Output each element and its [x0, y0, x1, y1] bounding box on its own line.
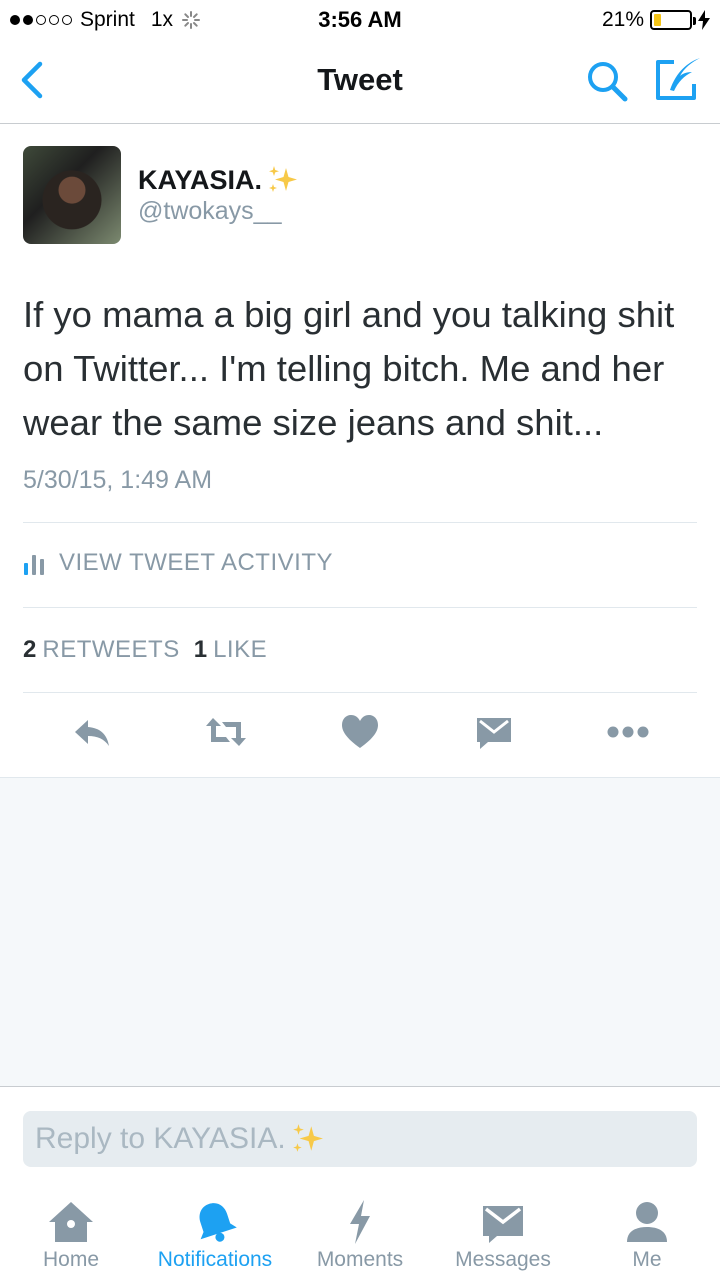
battery-icon [650, 10, 696, 30]
sparkles-emoji-icon [292, 1124, 323, 1152]
tab-messages[interactable]: Messages [428, 1190, 578, 1280]
tab-label: Notifications [157, 1248, 273, 1271]
tab-label: Home [42, 1248, 100, 1271]
retweet-icon[interactable] [204, 712, 248, 752]
direct-message-icon[interactable] [474, 712, 514, 752]
view-tweet-activity-button[interactable]: VIEW TWEET ACTIVITY [23, 549, 333, 577]
tab-me[interactable]: Me [572, 1190, 720, 1280]
tab-label: Moments [316, 1248, 404, 1271]
tweet-text: If yo mama a big girl and you talking sh… [23, 294, 675, 443]
sparkles-emoji-icon [269, 166, 298, 192]
empty-replies-area [0, 777, 720, 1087]
person-icon [627, 1202, 667, 1242]
bell-icon [199, 1203, 237, 1242]
reply-input[interactable]: Reply to KAYASIA. [23, 1111, 697, 1167]
status-bar: Sprint 1x 3:56 AM 21% [0, 0, 720, 40]
likes-count[interactable]: 1 [194, 636, 207, 664]
divider [23, 522, 697, 523]
engagement-stats: 2 RETWEETS 1 LIKE [23, 636, 281, 664]
tab-label: Me [632, 1248, 662, 1271]
home-icon [49, 1202, 93, 1242]
tweet-actions [0, 712, 720, 756]
more-options-icon[interactable] [606, 712, 650, 752]
search-icon[interactable] [584, 58, 630, 104]
activity-label: VIEW TWEET ACTIVITY [59, 549, 333, 576]
tab-notifications[interactable]: Notifications [140, 1190, 290, 1280]
navigation-bar: Tweet [0, 40, 720, 124]
author-handle[interactable]: @twokays__ [138, 197, 282, 226]
bar-chart-icon [24, 555, 44, 575]
reply-icon[interactable] [72, 712, 112, 752]
likes-label[interactable]: LIKE [213, 636, 267, 664]
retweets-count[interactable]: 2 [23, 636, 36, 664]
author-name-row[interactable]: KAYASIA. [138, 164, 298, 196]
status-right: 21% [602, 8, 710, 32]
retweets-label[interactable]: RETWEETS [42, 636, 179, 664]
lightning-icon [350, 1200, 370, 1244]
tab-home[interactable]: Home [0, 1190, 146, 1280]
compose-tweet-icon[interactable] [652, 56, 704, 104]
tab-moments[interactable]: Moments [285, 1190, 435, 1280]
battery-percent: 21% [601, 8, 644, 31]
charging-bolt-icon [698, 10, 710, 30]
author-avatar[interactable] [23, 146, 121, 244]
battery-level-fill [654, 14, 662, 26]
author-name[interactable]: KAYASIA. [138, 165, 262, 196]
like-heart-icon[interactable] [340, 712, 380, 752]
tweet-timestamp: 5/30/15, 1:49 AM [23, 466, 213, 494]
envelope-icon [483, 1206, 523, 1243]
tab-label: Messages [455, 1248, 551, 1271]
tab-bar: Home Notifications Moments Messages Me [0, 1190, 720, 1280]
reply-placeholder: Reply to KAYASIA. [35, 1122, 286, 1155]
divider [23, 692, 697, 693]
divider [23, 607, 697, 608]
